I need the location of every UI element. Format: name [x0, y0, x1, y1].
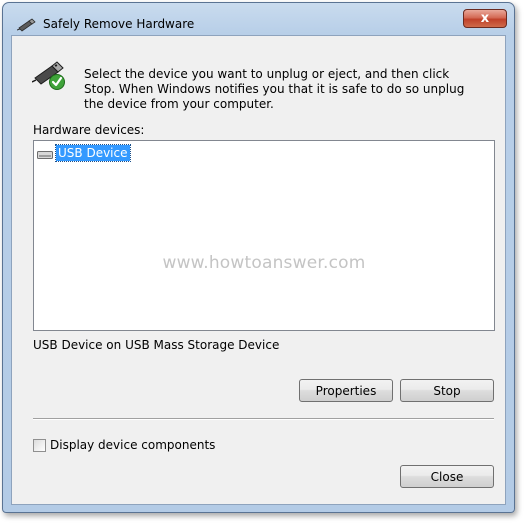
display-components-checkbox[interactable] [33, 438, 46, 452]
divider [33, 418, 494, 420]
instructions-text: Select the device you want to unplug or … [84, 67, 465, 111]
close-button[interactable]: Close [400, 465, 494, 488]
usb-drive-icon [37, 151, 53, 159]
dialog-window: Safely Remove Hardware x Select the devi… [2, 2, 515, 513]
watermark-text: www.howtoanswer.com [162, 253, 366, 273]
hardware-devices-label: Hardware devices: [33, 123, 145, 137]
close-icon: x [480, 11, 490, 26]
usb-safe-remove-icon [32, 61, 65, 90]
stop-button[interactable]: Stop [400, 379, 494, 402]
window-title: Safely Remove Hardware [43, 17, 195, 31]
window-close-button[interactable]: x [463, 9, 507, 28]
device-description: USB Device on USB Mass Storage Device [33, 338, 280, 352]
display-components-option[interactable]: Display device components [33, 438, 215, 452]
dialog-content: Select the device you want to unplug or … [11, 35, 506, 505]
device-name: USB Device [55, 144, 131, 162]
display-components-label: Display device components [50, 438, 216, 452]
list-item-usb-device[interactable]: USB Device [37, 144, 131, 162]
properties-button[interactable]: Properties [299, 379, 393, 402]
usb-eject-icon [17, 18, 36, 32]
hardware-device-list[interactable]: USB Device www.howtoanswer.com [33, 140, 495, 331]
